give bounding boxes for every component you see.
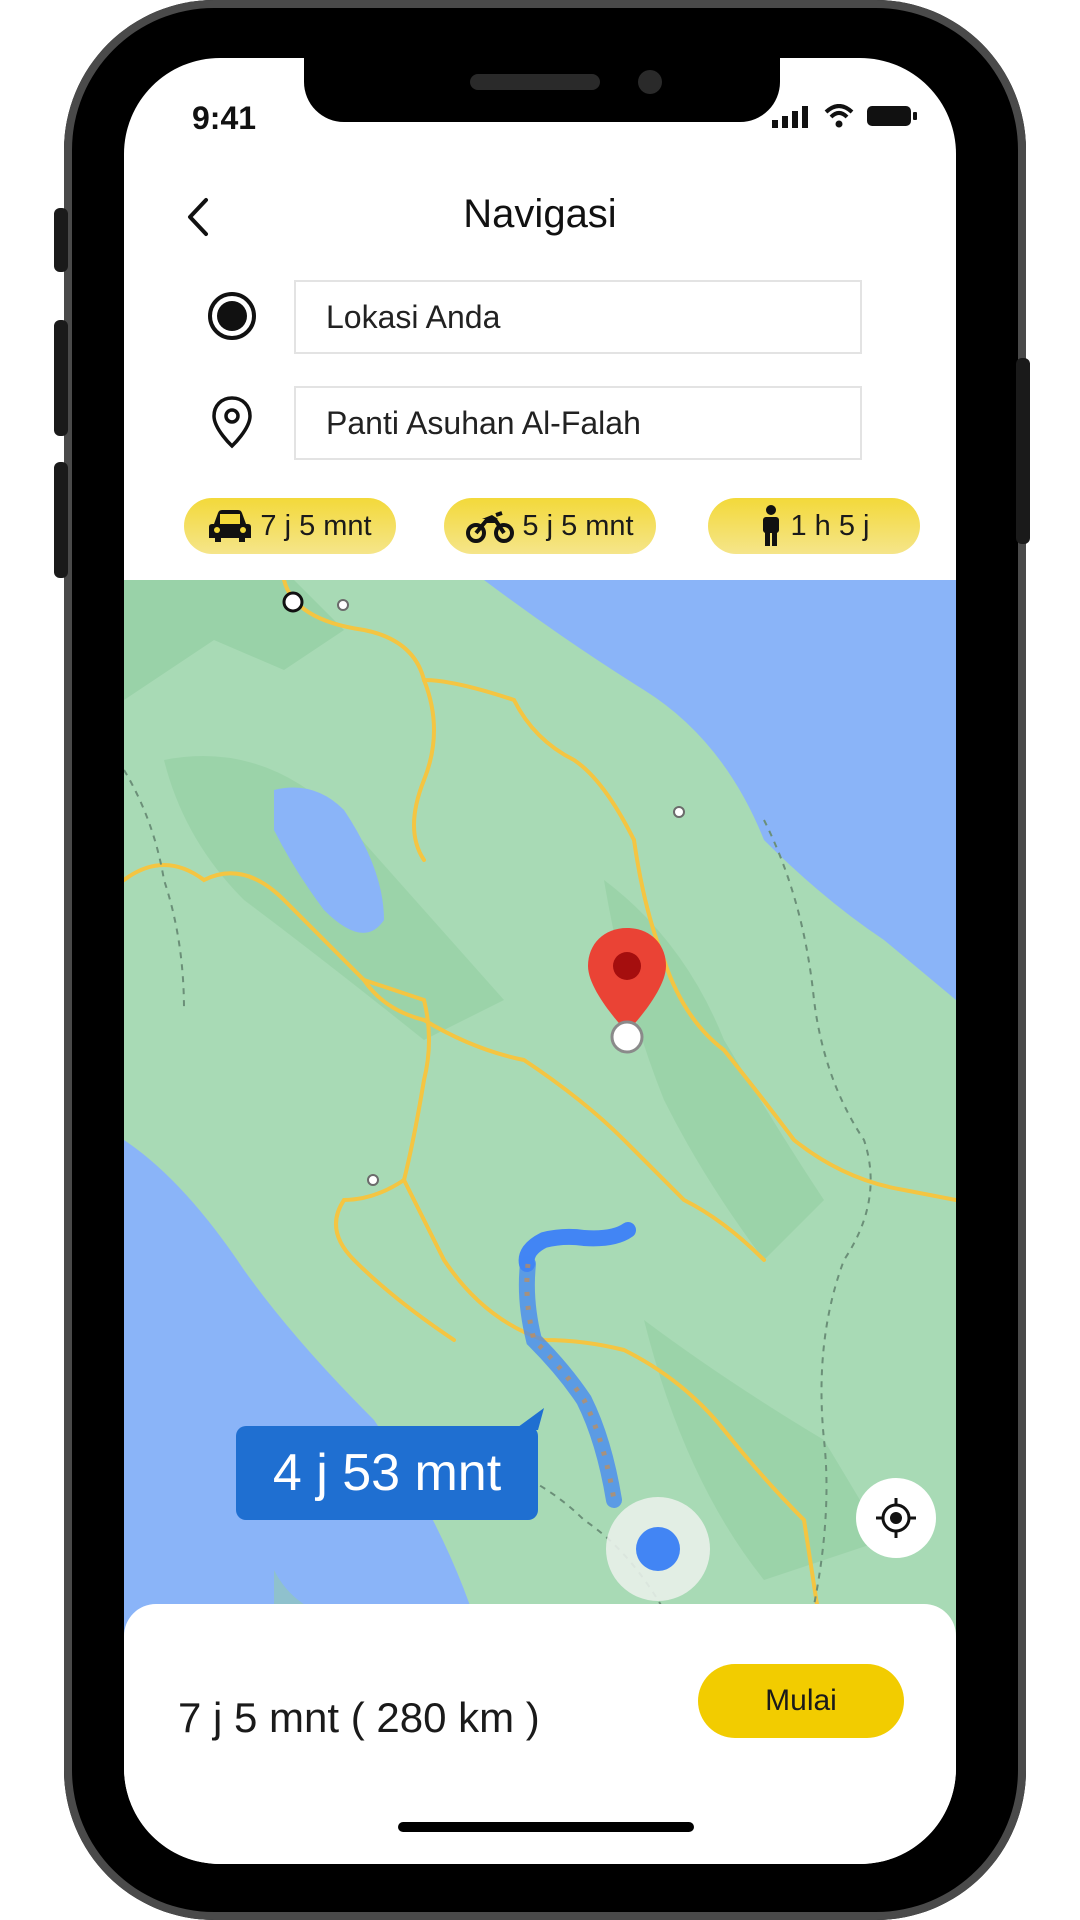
- my-location-button[interactable]: [856, 1478, 936, 1558]
- mode-chip-car[interactable]: 7 j 5 mnt: [184, 498, 396, 554]
- status-icons: [772, 104, 918, 128]
- phone-screen: 9:41 Navigasi Lokasi Anda Panti Asuhan A…: [124, 58, 956, 1864]
- eta-badge-pointer: [514, 1408, 544, 1430]
- walking-person-icon: [762, 505, 779, 546]
- route-eta-badge: 4 j 53 mnt: [236, 1426, 538, 1520]
- motorcycle-icon: [466, 511, 515, 543]
- camera: [638, 70, 662, 94]
- home-indicator: [398, 1822, 694, 1832]
- signal-icon: [772, 106, 808, 128]
- map-view[interactable]: 4 j 53 mnt: [124, 580, 956, 1650]
- car-duration: 7 j 5 mnt: [260, 509, 372, 542]
- page-title: Navigasi: [463, 192, 617, 236]
- power-button: [1016, 358, 1030, 544]
- motorcycle-duration: 5 j 5 mnt: [522, 509, 634, 542]
- bottom-sheet: 7 j 5 mnt ( 280 km ) Mulai: [124, 1604, 956, 1864]
- car-icon: [209, 510, 252, 542]
- mode-chip-walk[interactable]: 1 h 5 j: [708, 498, 920, 554]
- volume-down-button: [54, 462, 68, 578]
- battery-icon: [867, 106, 917, 126]
- notch: [304, 58, 780, 122]
- origin-input[interactable]: Lokasi Anda: [294, 280, 862, 354]
- route-summary: 7 j 5 mnt ( 280 km ): [178, 1694, 540, 1741]
- current-location-dot-icon: [208, 292, 256, 340]
- mute-switch: [54, 208, 68, 272]
- mode-chip-motorcycle[interactable]: 5 j 5 mnt: [444, 498, 656, 554]
- destination-pin-icon: [588, 928, 666, 1054]
- start-button[interactable]: Mulai: [698, 1664, 904, 1738]
- map-pin-outline-icon: [212, 396, 252, 449]
- destination-input[interactable]: Panti Asuhan Al-Falah: [294, 386, 862, 460]
- walk-duration: 1 h 5 j: [790, 509, 870, 542]
- current-location-marker-icon: [606, 1497, 710, 1601]
- wifi-icon: [824, 104, 854, 128]
- status-time: 9:41: [192, 100, 257, 136]
- volume-up-button: [54, 320, 68, 436]
- speaker: [470, 74, 600, 90]
- crosshair-icon: [876, 1498, 916, 1538]
